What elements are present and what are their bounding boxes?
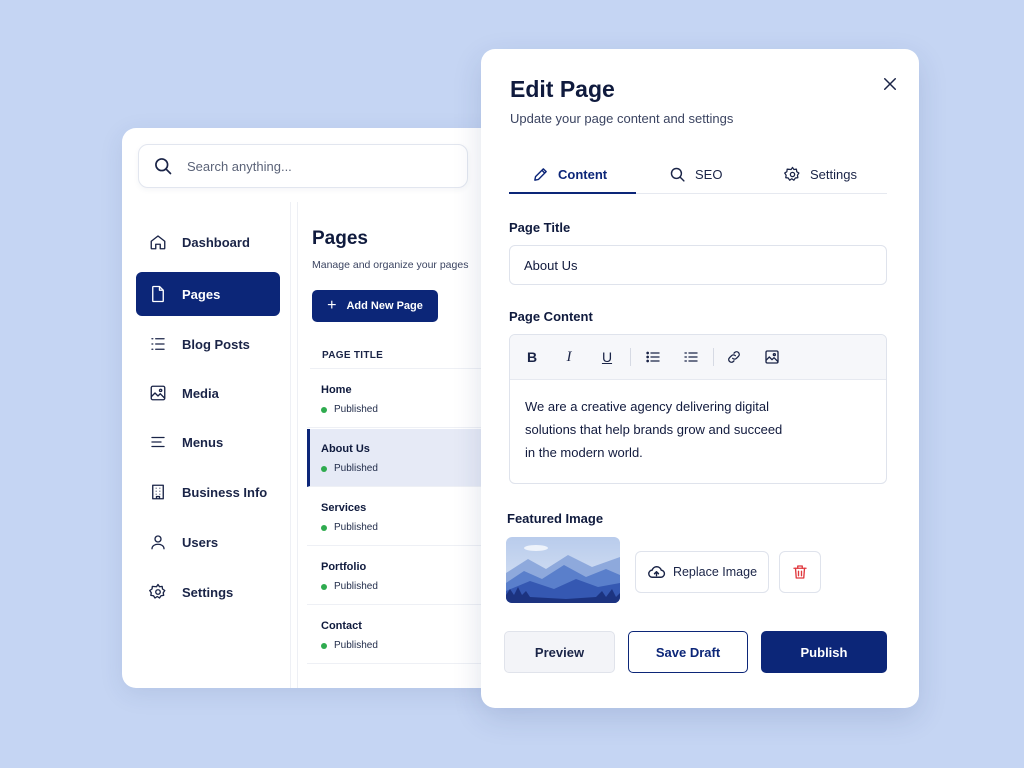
editor-toolbar: B I U [510,335,886,380]
sidebar-item-blog-posts[interactable]: Blog Posts [136,322,280,366]
sidebar-item-business-info[interactable]: Business Info [136,470,280,514]
status-dot-icon [321,524,327,531]
link-icon [728,351,740,363]
italic-button[interactable]: I [560,348,578,366]
trash-icon [793,565,807,579]
status-badge: Published [321,463,378,474]
modal-title: Edit Page [510,76,615,102]
tab-label: Settings [810,166,857,182]
pencil-icon [534,167,547,181]
page-content-label: Page Content [509,309,593,324]
status-dot-icon [321,465,327,472]
list-icon [151,338,165,350]
publish-button[interactable]: Publish [761,631,887,673]
tab-label: SEO [695,166,723,182]
bullet-list-icon [646,351,660,363]
user-icon [151,535,165,550]
status-dot-icon [321,406,327,413]
sidebar-item-label: Settings [182,584,234,600]
page-name: About Us [321,443,370,455]
editor-content[interactable]: We are a creative agency delivering digi… [525,395,825,464]
tab-content[interactable]: Content [532,154,607,194]
status-badge: Published [321,640,378,651]
insert-image-button[interactable] [763,348,781,366]
sidebar: Dashboard Pages Blog Posts Media Menus B… [127,202,291,688]
add-new-page-label: Add New Page [346,300,423,312]
search-bar[interactable]: Search anything... [138,144,468,188]
document-icon [152,285,164,303]
sidebar-item-menus[interactable]: Menus [136,420,280,464]
sidebar-item-settings[interactable]: Settings [136,570,280,614]
sidebar-item-label: Users [182,534,219,550]
gear-icon [149,583,166,599]
sidebar-item-label: Business Info [182,484,268,500]
numbered-list-button[interactable] [682,348,700,366]
plus-icon: + [327,297,337,314]
pages-title: Pages [312,228,368,249]
tab-seo[interactable]: SEO [669,154,722,194]
mountain-landscape-icon [506,537,620,603]
active-tab-indicator [509,192,636,194]
sidebar-item-label: Pages [182,286,221,302]
link-button[interactable] [725,348,743,366]
sidebar-item-dashboard[interactable]: Dashboard [136,220,280,264]
modal-subtitle: Update your page content and settings [510,111,734,126]
page-name: Services [321,502,367,514]
search-icon [155,158,172,175]
toolbar-divider [713,348,714,366]
tab-label: Content [558,166,608,182]
bullet-list-button[interactable] [644,348,662,366]
column-header-page-title: PAGE TITLE [322,350,384,361]
status-badge: Published [321,404,378,415]
menu-lines-icon [151,436,165,448]
pages-subtitle: Manage and organize your pages [312,259,469,271]
tab-settings[interactable]: Settings [784,154,857,194]
replace-image-label: Replace Image [672,565,758,579]
sidebar-item-label: Menus [182,434,224,450]
page-name: Contact [321,620,362,632]
featured-image-label: Featured Image [507,511,604,526]
status-badge: Published [321,522,378,533]
sidebar-item-pages[interactable]: Pages [136,272,280,316]
page-title-input[interactable]: About Us [509,245,887,285]
sidebar-item-label: Media [182,385,219,401]
add-new-page-button[interactable]: + Add New Page [312,290,438,322]
search-input[interactable]: Search anything... [187,159,292,174]
building-icon [152,484,164,500]
sidebar-item-media[interactable]: Media [136,371,280,415]
delete-image-button[interactable] [779,551,821,593]
save-draft-button[interactable]: Save Draft [628,631,748,673]
pages-manager-card: Search anything... Dashboard Pages Blog … [122,128,543,688]
page-title-label: Page Title [509,220,571,235]
toolbar-divider [630,348,631,366]
page-name: Home [321,384,352,396]
featured-image-thumbnail [506,537,620,603]
underline-button[interactable]: U [598,348,616,366]
rich-text-editor: B I U We are a creative agency deliverin… [509,334,887,484]
image-icon [150,385,166,401]
image-icon [765,350,779,364]
status-badge: Published [321,581,378,592]
gear-icon [784,166,800,181]
sidebar-item-label: Blog Posts [182,336,250,352]
home-icon [150,235,166,250]
close-icon[interactable] [881,75,899,93]
sidebar-item-users[interactable]: Users [136,520,280,564]
preview-button[interactable]: Preview [504,631,615,673]
edit-page-modal: Edit Page Update your page content and s… [481,49,919,708]
tab-bar: Content SEO Settings [509,154,887,194]
search-icon [670,167,685,182]
numbered-list-icon [684,352,698,362]
sidebar-item-label: Dashboard [182,234,250,250]
status-dot-icon [321,642,327,649]
bold-button[interactable]: B [523,348,541,366]
page-name: Portfolio [321,561,367,573]
replace-image-button[interactable]: Replace Image [635,551,769,593]
cloud-upload-icon [648,565,666,578]
status-dot-icon [321,583,327,590]
